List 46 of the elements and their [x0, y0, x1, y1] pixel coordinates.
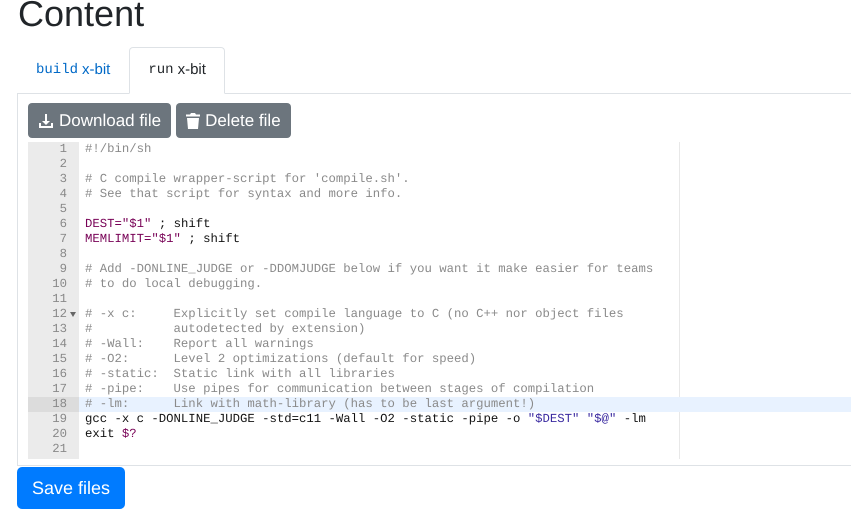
code-line: # -O2: Level 2 optimizations (default for speed) [84, 352, 476, 367]
code-line: # -lm: Link with math-library (has to be last argument!) [84, 397, 536, 412]
line-number: 2 [60, 157, 67, 172]
line-number: 9 [60, 262, 67, 277]
line-number: 17 [52, 382, 67, 397]
line-number: 11 [52, 292, 67, 307]
line-number: 14 [52, 337, 67, 352]
line-number: 12 [52, 307, 67, 322]
line-number: 4 [60, 187, 67, 202]
line-number: 8 [60, 247, 67, 262]
line-number: 10 [52, 277, 67, 292]
code-line: # See that script for syntax and more info. [84, 187, 402, 202]
line-number: 5 [60, 202, 67, 217]
code-line: DEST="$1" ; shift [84, 217, 210, 232]
line-number: 15 [52, 352, 67, 367]
code-line: # -static: Static link with all libraries [84, 367, 395, 382]
line-number: 13 [52, 322, 67, 337]
code-line: MEMLIMIT="$1" ; shift [84, 232, 240, 247]
code-line: # to do local debugging. [84, 277, 262, 292]
tab[interactable]: build x-bit [17, 47, 130, 94]
code-line: # Add -DONLINE_JUDGE or -DDOMJUDGE below if you want it make easier for teams [84, 262, 654, 277]
delete-button[interactable]: Delete file [176, 103, 291, 138]
line-number: 21 [52, 442, 67, 457]
tab[interactable]: run x-bit [129, 47, 225, 94]
download-icon [38, 112, 54, 128]
code-line: exit $? [84, 427, 137, 442]
save-files-button[interactable]: Save files [17, 467, 125, 509]
code-line: # C compile wrapper-script for 'compile.sh'. [84, 172, 410, 187]
line-number: 6 [60, 217, 67, 232]
line-number: 16 [52, 367, 67, 382]
line-number: 19 [52, 412, 67, 427]
line-number: 7 [60, 232, 67, 247]
code-line: # -x c: Explicitly set compile language to C (no C++ nor object files [84, 307, 624, 322]
line-number: 18 [52, 397, 67, 412]
code-line: gcc -x c -DONLINE_JUDGE -std=c11 -Wall -O2 -static -pipe -o "$DEST" "$@" -lm [84, 412, 646, 427]
code-line: # -pipe: Use pipes for communication between stages of compilation [84, 382, 594, 397]
page-title: Content [18, 0, 144, 36]
code-line: #!/bin/sh [84, 142, 152, 157]
trash-icon [186, 112, 200, 128]
line-number: 1 [60, 142, 67, 157]
fold-caret-icon[interactable] [70, 312, 76, 317]
line-number: 20 [52, 427, 67, 442]
download-button[interactable]: Download file [28, 103, 172, 138]
line-number: 3 [60, 172, 67, 187]
code-line: # autodetected by extension) [84, 322, 366, 337]
code-line: # -Wall: Report all warnings [84, 337, 314, 352]
